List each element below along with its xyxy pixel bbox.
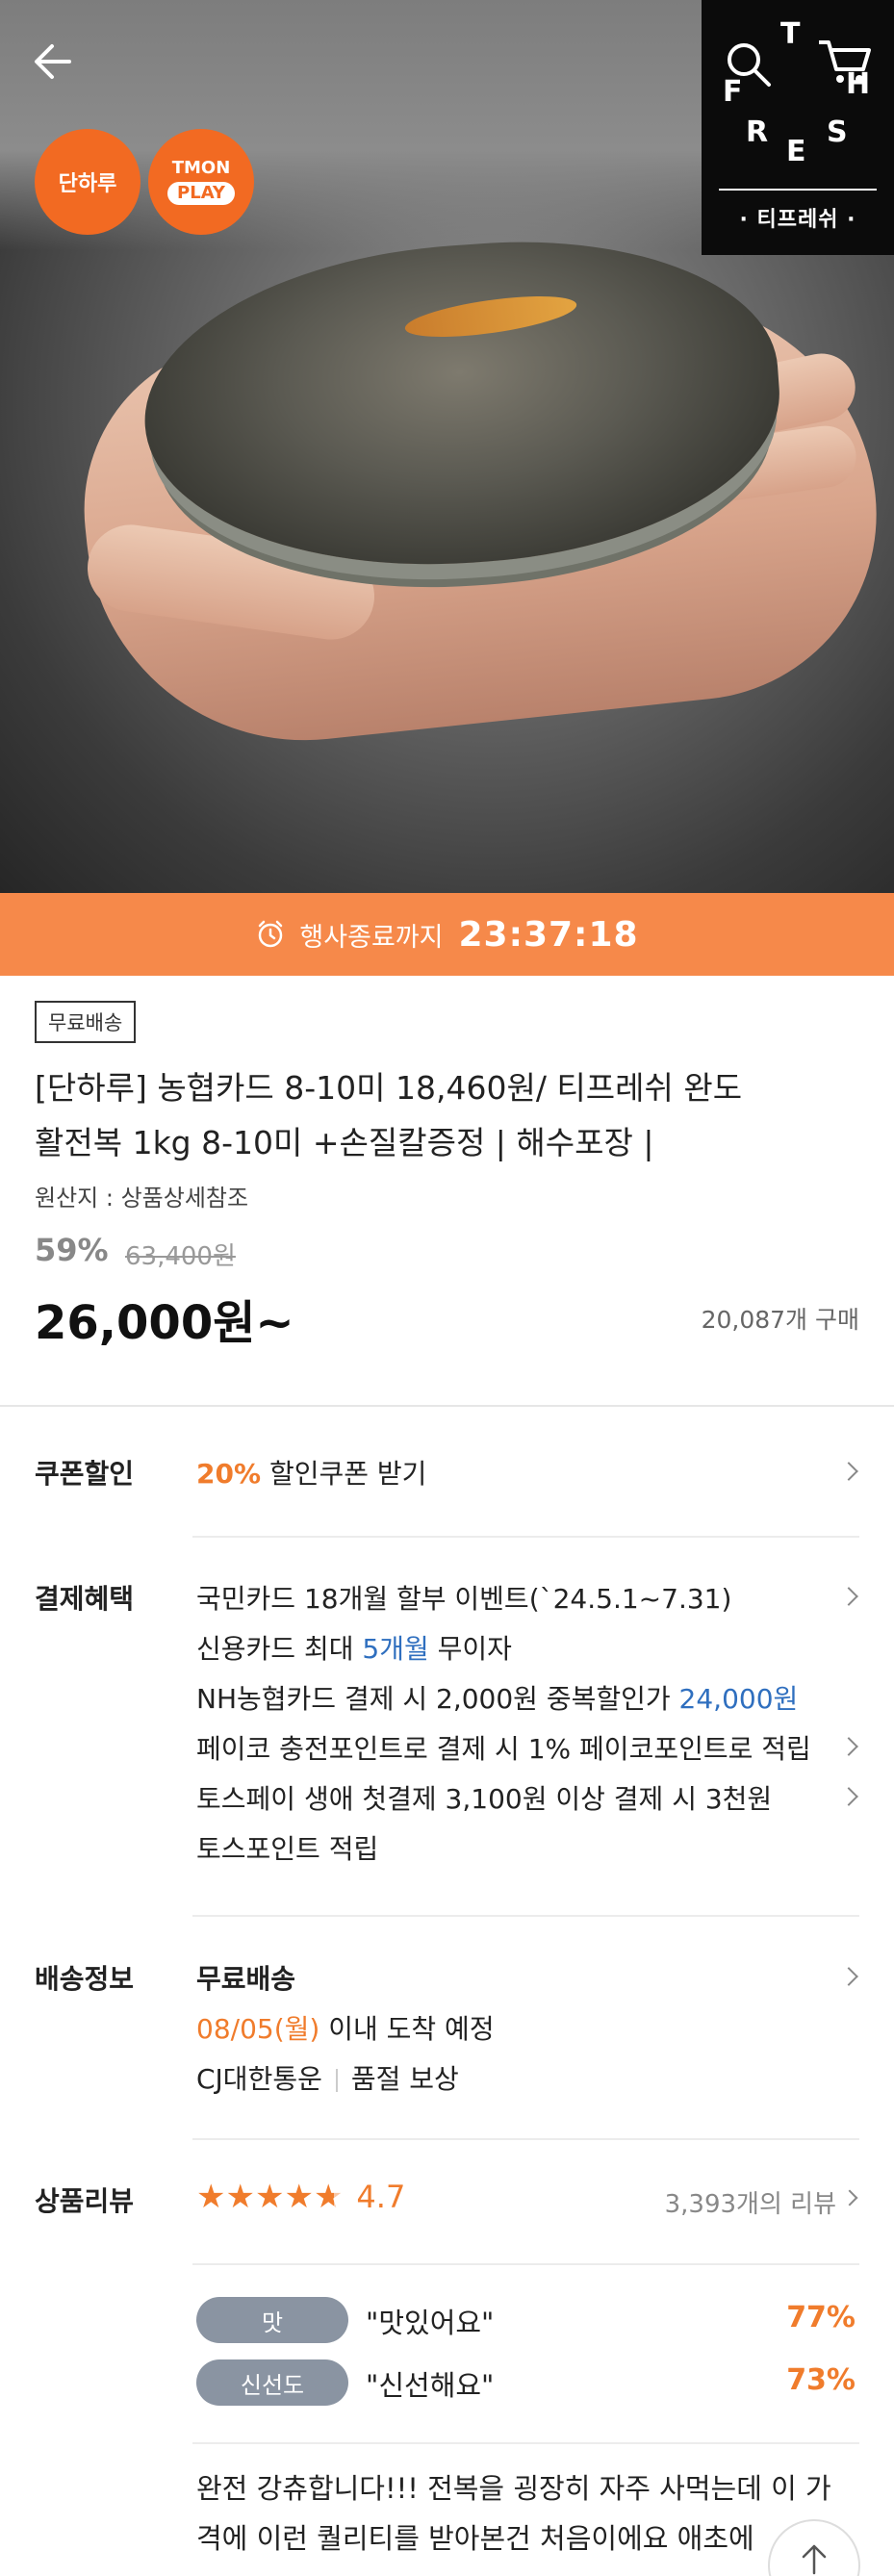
star-icon: ★ xyxy=(225,2178,255,2216)
soldout-guarantee: 품절 보상 xyxy=(350,2063,459,2095)
logo-letter: E xyxy=(786,135,806,168)
danharu-badge-label: 단하루 xyxy=(58,172,117,196)
row-divider xyxy=(192,2263,859,2265)
chevron-right-icon[interactable] xyxy=(839,1967,858,1986)
discount-rate: 59% xyxy=(35,1232,109,1268)
section-divider xyxy=(0,1405,894,1407)
review-tag-percent: 73% xyxy=(786,2363,856,2397)
free-shipping-tag: 무료배송 xyxy=(35,1001,137,1043)
review-excerpt[interactable]: 완전 강츄합니다!!! 전복을 굉장히 자주 사먹는데 이 가 격에 이런 퀄리… xyxy=(196,2463,860,2563)
product-title-line: 활전복 1kg 8-10미 +손질칼증정 | 해수포장 | xyxy=(35,1124,654,1161)
benefit-highlight: 24,000원 xyxy=(678,1683,799,1715)
tfresh-logo: T H F R E S · 티프레쉬 · xyxy=(702,0,894,255)
review-line: 완전 강츄합니다!!! 전복을 굉장히 자주 사먹는데 이 가 xyxy=(196,2472,831,2505)
shipping-type[interactable]: 무료배송 xyxy=(196,1958,295,1997)
review-tag-freshness[interactable]: 신선도 xyxy=(196,2359,348,2406)
chevron-right-icon[interactable] xyxy=(839,1787,858,1806)
origin-info: 원산지 : 상품상세참조 xyxy=(35,1185,249,1211)
alarm-clock-icon xyxy=(259,920,283,948)
row-divider xyxy=(192,1915,859,1917)
chevron-right-icon[interactable] xyxy=(839,1462,858,1481)
delivery-date: 08/05(월) xyxy=(196,2013,320,2045)
delivery-estimate: 08/05(월) 이내 도착 예정 xyxy=(196,2008,495,2047)
product-title: [단하루] 농협카드 8-10미 18,460원/ 티프레쉬 완도 활전복 1k… xyxy=(35,1060,872,1170)
tmon-play-badge: TMON PLAY xyxy=(148,129,254,235)
payment-benefit-nh: NH농협카드 결제 시 2,000원 중복할인가 24,000원 xyxy=(196,1678,798,1717)
review-tag-taste[interactable]: 맛 xyxy=(196,2297,348,2343)
rating-value: 4.7 xyxy=(356,2179,406,2215)
delivery-date-suffix: 이내 도착 예정 xyxy=(319,2013,495,2045)
review-line: 격에 이런 퀄리티를 받아본건 처음이에요 애초에 xyxy=(196,2522,754,2555)
logo-letter: R xyxy=(746,115,769,149)
review-tag-quote: "맛있어요" xyxy=(366,2307,495,2339)
sale-price: 26,000원~ xyxy=(35,1296,294,1350)
row-divider xyxy=(192,2138,859,2140)
review-tag-percent: 77% xyxy=(786,2301,856,2334)
chevron-right-icon[interactable] xyxy=(839,1737,858,1756)
star-icon: ★ xyxy=(254,2178,285,2216)
chevron-right-icon[interactable] xyxy=(839,1587,858,1606)
payment-benefit-payco[interactable]: 페이코 충전포인트로 결제 시 1% 페이코포인트로 적립 xyxy=(196,1728,811,1767)
coupon-percent: 20% xyxy=(196,1458,262,1490)
product-title-line: [단하루] 농협카드 8-10미 18,460원/ 티프레쉬 완도 xyxy=(35,1069,743,1107)
payment-benefit-kb[interactable]: 국민카드 18개월 할부 이벤트(`24.5.1~7.31) xyxy=(196,1578,731,1617)
danharu-badge: 단하루 xyxy=(35,129,140,235)
tfresh-logo-mark: T H F R E S xyxy=(702,0,894,183)
coupon-text: 할인쿠폰 받기 xyxy=(268,1458,427,1490)
row-divider xyxy=(192,1536,859,1538)
purchase-count: 20,087개 구매 xyxy=(701,1306,859,1334)
search-icon[interactable] xyxy=(723,38,777,92)
star-icon: ★ xyxy=(284,2178,314,2216)
payment-benefit-label: 결제혜택 xyxy=(35,1583,135,1615)
star-half-icon: ★ xyxy=(313,2178,344,2216)
coupon-label: 쿠폰할인 xyxy=(35,1458,135,1490)
star-icon: ★ xyxy=(196,2178,226,2216)
timer-countdown: 23:37:18 xyxy=(458,914,639,955)
timer-label: 행사종료까지 xyxy=(299,922,444,953)
review-count-link[interactable]: 3,393개의 리뷰 xyxy=(665,2184,836,2220)
product-hero-image: 단하루 TMON PLAY T H F R E S · 티프레쉬 · xyxy=(0,0,894,893)
carrier-info: CJ대한통운 품절 보상 xyxy=(196,2058,459,2097)
back-arrow-icon[interactable] xyxy=(29,35,83,89)
payment-benefit-interest-free: 신용카드 최대 5개월 무이자 xyxy=(196,1628,512,1667)
event-timer-bar: 행사종료까지 23:37:18 xyxy=(0,893,894,976)
payment-benefit-toss-cont: 토스포인트 적립 xyxy=(196,1833,379,1865)
tfresh-logo-caption: · 티프레쉬 · xyxy=(719,189,877,233)
rating-stars: ★ ★ ★ ★ ★ 4.7 xyxy=(196,2179,405,2215)
review-tag-quote: "신선해요" xyxy=(366,2369,495,2402)
review-label: 상품리뷰 xyxy=(35,2185,135,2217)
shipping-label: 배송정보 xyxy=(35,1963,135,1995)
row-divider xyxy=(192,2442,859,2444)
benefit-highlight: 5개월 xyxy=(362,1633,429,1665)
payment-benefit-toss[interactable]: 토스페이 생애 첫결제 3,100원 이상 결제 시 3천원 xyxy=(196,1778,772,1817)
tmon-label: TMON xyxy=(171,158,231,179)
cart-icon[interactable] xyxy=(815,35,873,89)
separator xyxy=(335,2069,338,2092)
logo-letter: S xyxy=(827,115,848,149)
arrow-up-icon xyxy=(802,2544,827,2575)
original-price: 63,400원 xyxy=(125,1242,236,1271)
benefit-text: 무이자 xyxy=(428,1633,512,1665)
carrier-name: CJ대한통운 xyxy=(196,2063,322,2095)
chevron-right-icon[interactable] xyxy=(841,2189,858,2206)
logo-letter: T xyxy=(780,17,801,51)
benefit-text: NH농협카드 결제 시 2,000원 중복할인가 xyxy=(196,1683,679,1715)
coupon-download-link[interactable]: 20% 할인쿠폰 받기 xyxy=(196,1453,426,1492)
benefit-text: 신용카드 최대 xyxy=(196,1633,363,1665)
play-label: PLAY xyxy=(167,182,235,205)
